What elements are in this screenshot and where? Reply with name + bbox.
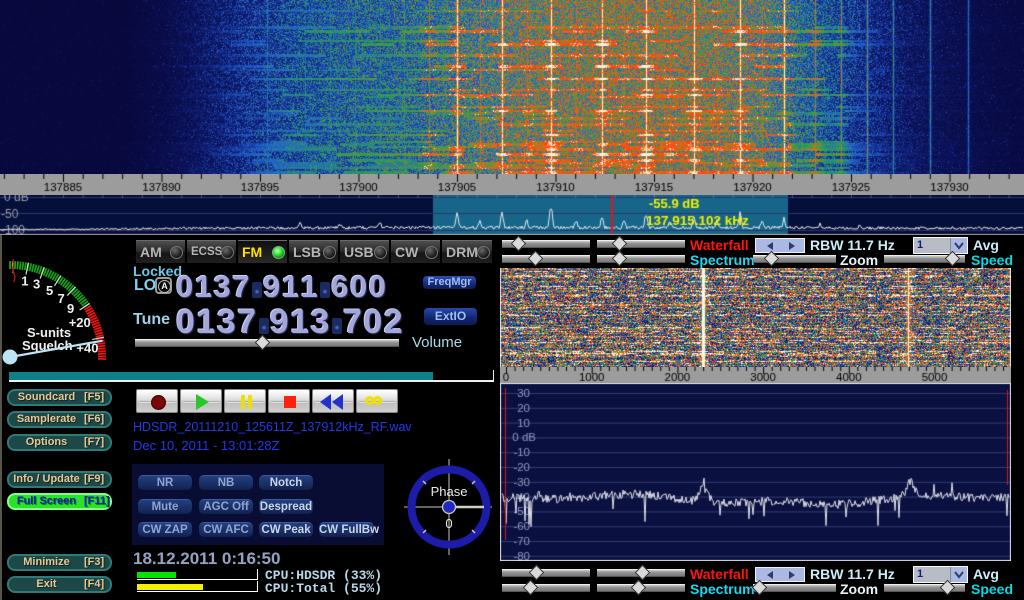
- svg-text:Phase: Phase: [431, 484, 468, 499]
- svg-text:3: 3: [33, 277, 40, 292]
- svg-text:1: 1: [21, 273, 28, 288]
- svg-text:7: 7: [58, 291, 65, 306]
- svg-text:+20: +20: [69, 315, 91, 330]
- svg-text:5: 5: [46, 283, 53, 298]
- svg-text:9: 9: [67, 301, 74, 316]
- svg-text:0: 0: [445, 516, 452, 531]
